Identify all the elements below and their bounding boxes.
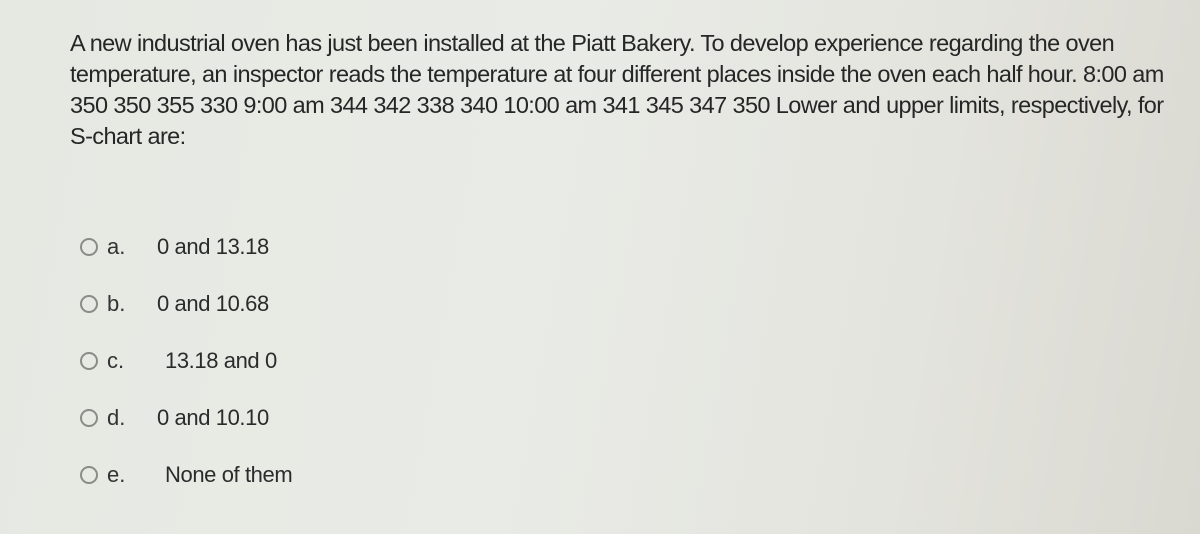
option-letter: e. <box>107 461 126 487</box>
radio-button-icon[interactable] <box>80 294 98 313</box>
option-text: None of them <box>165 461 293 487</box>
question-text: A new industrial oven has just been inst… <box>70 30 1164 149</box>
option-text: 13.18 and 0 <box>165 347 277 373</box>
option-c[interactable]: c. 13.18 and 0 <box>80 332 292 389</box>
option-letter: c. <box>107 347 125 373</box>
option-text: 0 and 10.68 <box>157 290 269 316</box>
option-letter: a. <box>107 233 126 259</box>
option-b[interactable]: b. 0 and 10.68 <box>80 275 292 332</box>
radio-button-icon[interactable] <box>80 237 98 256</box>
radio-button-icon[interactable] <box>80 465 98 484</box>
answer-options: a. 0 and 13.18 b. 0 and 10.68 c. 13.18 a… <box>80 218 293 503</box>
option-text: 0 and 10.10 <box>157 404 269 430</box>
option-letter: b. <box>107 290 126 316</box>
option-text: 0 and 13.18 <box>157 233 269 259</box>
option-e[interactable]: e. None of them <box>80 446 293 503</box>
option-letter: d. <box>107 404 126 430</box>
option-d[interactable]: d. 0 and 10.10 <box>80 389 292 446</box>
radio-button-icon[interactable] <box>80 408 98 427</box>
radio-button-icon[interactable] <box>80 351 98 370</box>
option-a[interactable]: a. 0 and 13.18 <box>80 218 292 275</box>
